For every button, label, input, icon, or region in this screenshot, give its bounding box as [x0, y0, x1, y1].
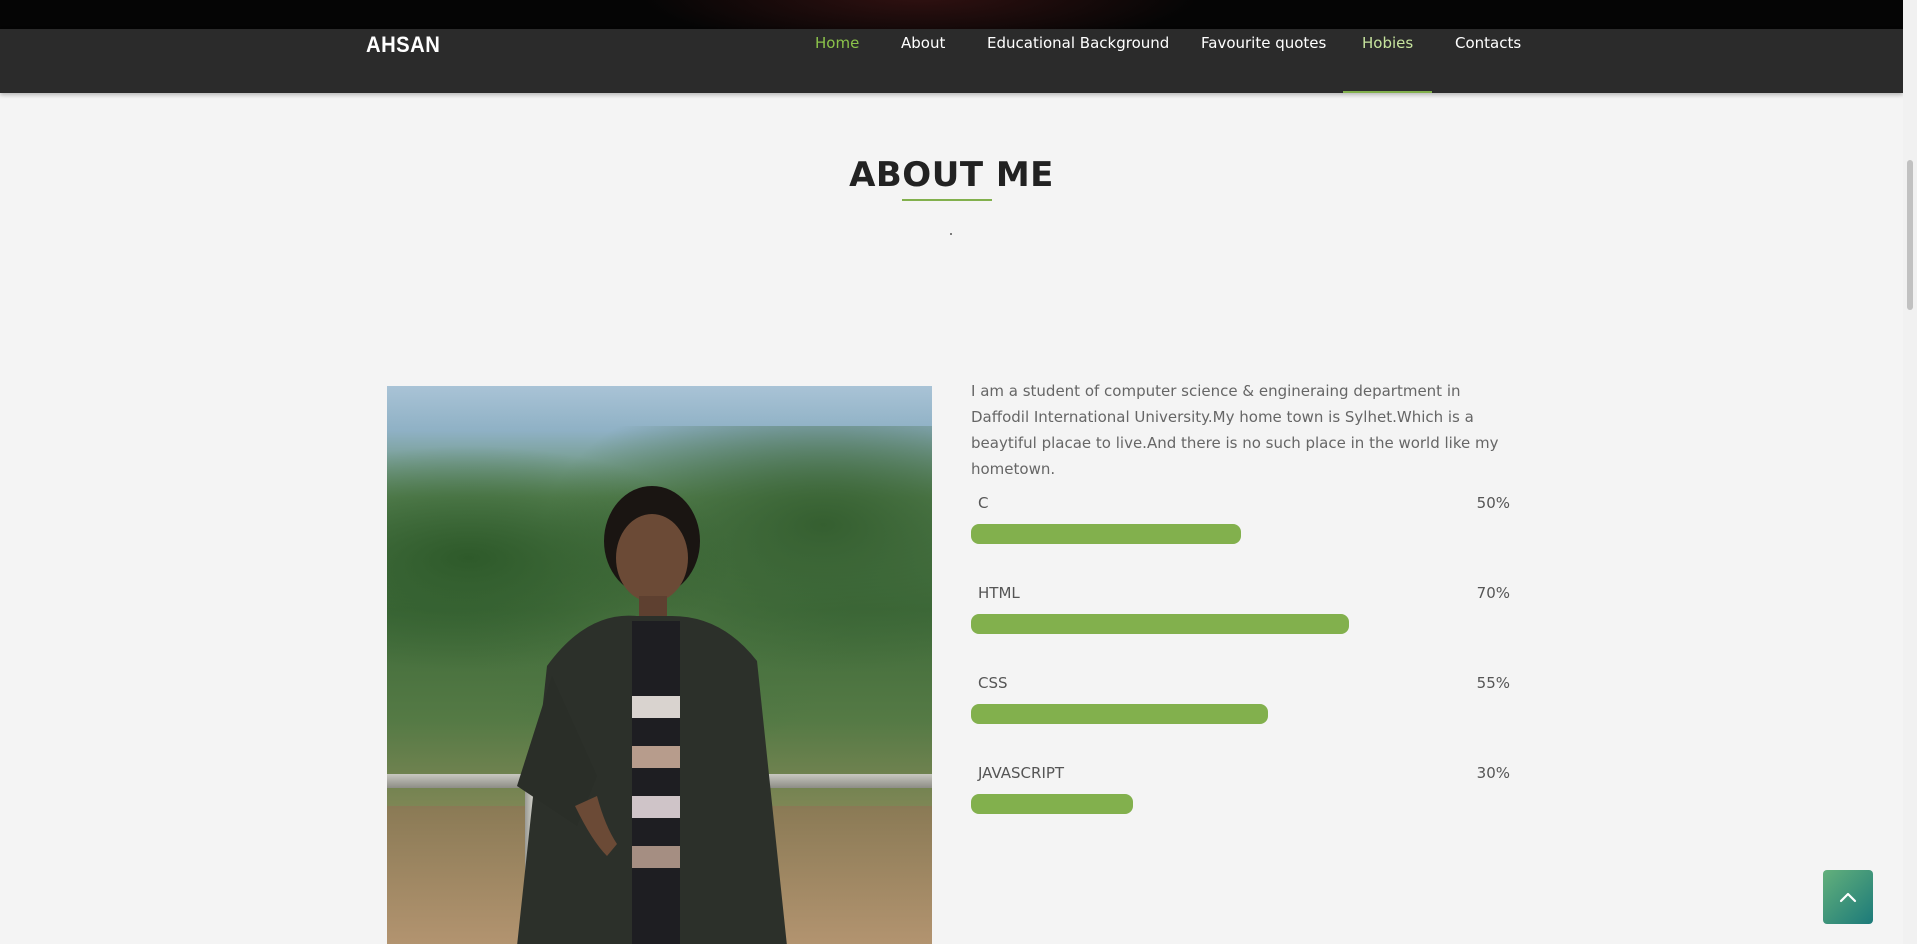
site-logo[interactable]: AHSAN: [366, 32, 440, 58]
skill-progress-track: [971, 614, 1511, 634]
chevron-up-icon: [1839, 892, 1857, 903]
skill-percent: 70%: [1476, 584, 1510, 602]
nav-item-home[interactable]: Home: [815, 34, 859, 95]
nav-item-about[interactable]: About: [901, 34, 945, 95]
skill-progress-track: [971, 704, 1511, 724]
main-navbar: AHSAN Home About Educational Background …: [0, 29, 1903, 93]
skill-name: CSS: [978, 674, 1008, 692]
skill-name: C: [978, 494, 989, 512]
person-figure: [517, 486, 787, 944]
nav-item-contacts[interactable]: Contacts: [1455, 34, 1521, 95]
skill-progress-bar: [971, 794, 1133, 814]
skill-percent: 30%: [1476, 764, 1510, 782]
skill-progress-track: [971, 794, 1511, 814]
profile-photo: [387, 386, 932, 944]
nav-item-hobies[interactable]: Hobies: [1362, 34, 1413, 95]
nav-item-favourite-quotes[interactable]: Favourite quotes: [1201, 34, 1326, 95]
about-description: I am a student of computer science & eng…: [971, 382, 1499, 478]
skill-progress-bar: [971, 704, 1268, 724]
section-title: ABOUT ME: [849, 155, 1054, 195]
skill-progress-track: [971, 524, 1511, 544]
back-to-top-button[interactable]: [1823, 870, 1873, 924]
scrollbar-thumb[interactable]: [1907, 160, 1913, 310]
skill-progress-bar: [971, 524, 1241, 544]
title-underline: [902, 199, 992, 201]
hero-image-strip: [0, 0, 1903, 29]
skill-percent: 50%: [1476, 494, 1510, 512]
page-scrollbar[interactable]: [1903, 0, 1917, 944]
nav-active-underline: [1343, 91, 1432, 93]
section-subtitle: .: [950, 233, 952, 235]
skill-progress-bar: [971, 614, 1349, 634]
nav-item-educational-background[interactable]: Educational Background: [987, 34, 1169, 95]
skill-name: JAVASCRIPT: [978, 764, 1065, 782]
skill-percent: 55%: [1476, 674, 1510, 692]
skill-name: HTML: [978, 584, 1020, 602]
